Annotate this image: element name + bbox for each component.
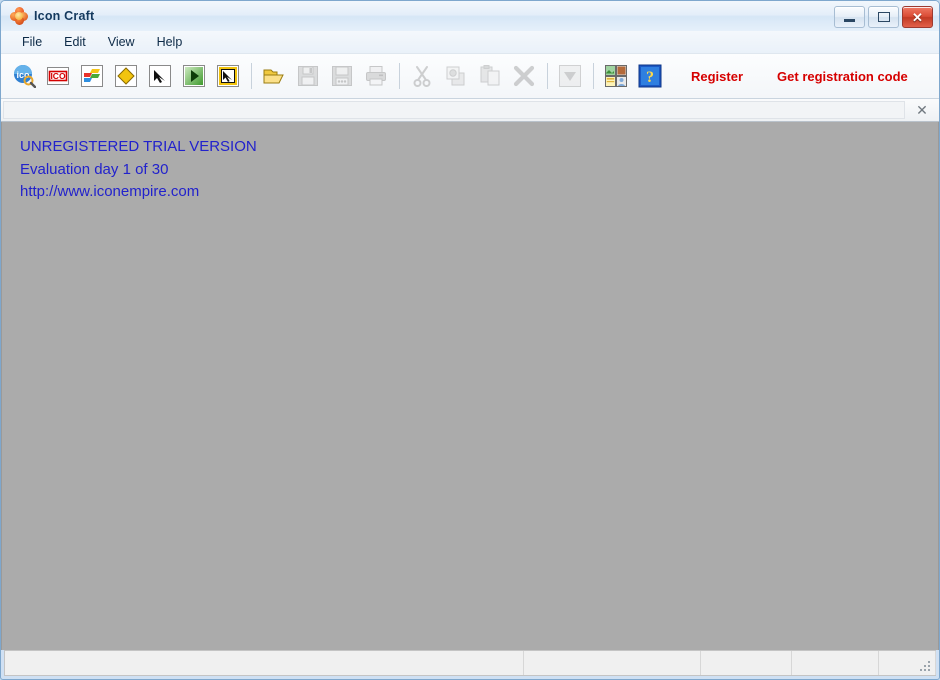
window-title: Icon Craft — [34, 9, 95, 23]
minimize-button[interactable] — [834, 6, 865, 28]
workspace[interactable]: UNREGISTERED TRIAL VERSION Evaluation da… — [1, 122, 939, 650]
toolbar-button-delete[interactable] — [509, 61, 539, 91]
printer-icon — [366, 66, 386, 86]
menu-item-edit[interactable]: Edit — [53, 33, 97, 52]
toolbar-button-static-cursor[interactable] — [145, 61, 175, 91]
menu-item-view[interactable]: View — [97, 33, 146, 52]
paste-icon — [480, 65, 500, 86]
minimize-icon — [844, 19, 855, 22]
x-delete-icon — [513, 65, 535, 87]
menu-item-file[interactable]: File — [11, 33, 53, 52]
svg-text:ICO: ICO — [50, 71, 66, 81]
flower-icon — [10, 7, 28, 25]
open-folder-icon — [263, 69, 284, 84]
svg-text:ico: ico — [16, 70, 30, 80]
toolbar-separator — [547, 63, 548, 89]
floppy-save-as-icon — [332, 66, 352, 86]
toolbar-separator — [593, 63, 594, 89]
ico-magnifier-icon: ico — [14, 65, 36, 88]
toolbar-separator — [399, 63, 400, 89]
document-tab-area — [3, 101, 905, 119]
toolbar-button-new-ico-file[interactable]: ICO — [43, 61, 73, 91]
toolbar: ico ICO ? Register Get registration code — [1, 53, 939, 99]
menu-item-help[interactable]: Help — [146, 33, 194, 52]
toolbar-button-animated-cursor[interactable] — [179, 61, 209, 91]
document-tab-strip: ✕ — [1, 99, 939, 122]
toolbar-button-capture-cursor[interactable] — [213, 61, 243, 91]
close-button[interactable]: ✕ — [902, 6, 933, 28]
toolbar-button-dropdown[interactable] — [555, 61, 585, 91]
toolbar-button-help[interactable]: ? — [635, 61, 665, 91]
close-icon: ✕ — [912, 9, 923, 25]
ico-red-label-icon: ICO — [47, 67, 69, 85]
toolbar-button-new-icon-library[interactable]: ico — [9, 61, 39, 91]
trial-notice: UNREGISTERED TRIAL VERSION Evaluation da… — [20, 136, 257, 204]
media-gallery-icon — [605, 65, 627, 87]
window-controls: ✕ — [834, 6, 933, 28]
toolbar-button-new-cursor[interactable] — [111, 61, 141, 91]
floppy-save-icon — [298, 66, 318, 86]
toolbar-button-cut[interactable] — [407, 61, 437, 91]
toolbar-button-paste[interactable] — [475, 61, 505, 91]
yellow-diamond-icon — [115, 65, 137, 87]
toolbar-button-open-file[interactable] — [259, 61, 289, 91]
status-bar — [4, 650, 936, 676]
trial-notice-url[interactable]: http://www.iconempire.com — [20, 181, 257, 204]
trial-notice-line-2: Evaluation day 1 of 30 — [20, 160, 169, 178]
color-squares-icon — [81, 65, 103, 87]
status-cell-2 — [524, 651, 701, 675]
maximize-button[interactable] — [868, 6, 899, 28]
toolbar-separator — [251, 63, 252, 89]
maximize-icon — [877, 12, 890, 22]
toolbar-button-save-file[interactable] — [293, 61, 323, 91]
status-cell-4 — [792, 651, 879, 675]
title-bar: Icon Craft ✕ — [1, 1, 939, 31]
trial-notice-line-1: UNREGISTERED TRIAL VERSION — [20, 138, 257, 155]
document-close-icon[interactable]: ✕ — [913, 101, 931, 119]
yellow-cursor-frame-icon — [217, 65, 239, 87]
status-cell-3 — [701, 651, 792, 675]
menu-bar: File Edit View Help — [1, 31, 939, 53]
arrow-cursor-icon — [149, 65, 171, 87]
resize-grip-icon[interactable] — [920, 661, 932, 673]
toolbar-button-new-image[interactable] — [77, 61, 107, 91]
toolbar-button-copy[interactable] — [441, 61, 471, 91]
toolbar-button-image-gallery[interactable] — [601, 61, 631, 91]
scissors-icon — [413, 66, 431, 87]
status-cell-message — [5, 651, 524, 675]
toolbar-button-save-as[interactable] — [327, 61, 357, 91]
question-help-icon: ? — [638, 64, 662, 88]
main-window: Icon Craft ✕ File Edit View Help ico ICO… — [0, 0, 940, 680]
get-registration-code-link[interactable]: Get registration code — [777, 69, 908, 84]
status-cell-6 — [936, 651, 940, 675]
chevron-down-icon — [559, 65, 581, 87]
svg-text:?: ? — [646, 69, 654, 86]
toolbar-button-print[interactable] — [361, 61, 391, 91]
green-play-icon — [183, 65, 205, 87]
copy-icon — [446, 66, 465, 86]
register-link[interactable]: Register — [691, 69, 743, 84]
